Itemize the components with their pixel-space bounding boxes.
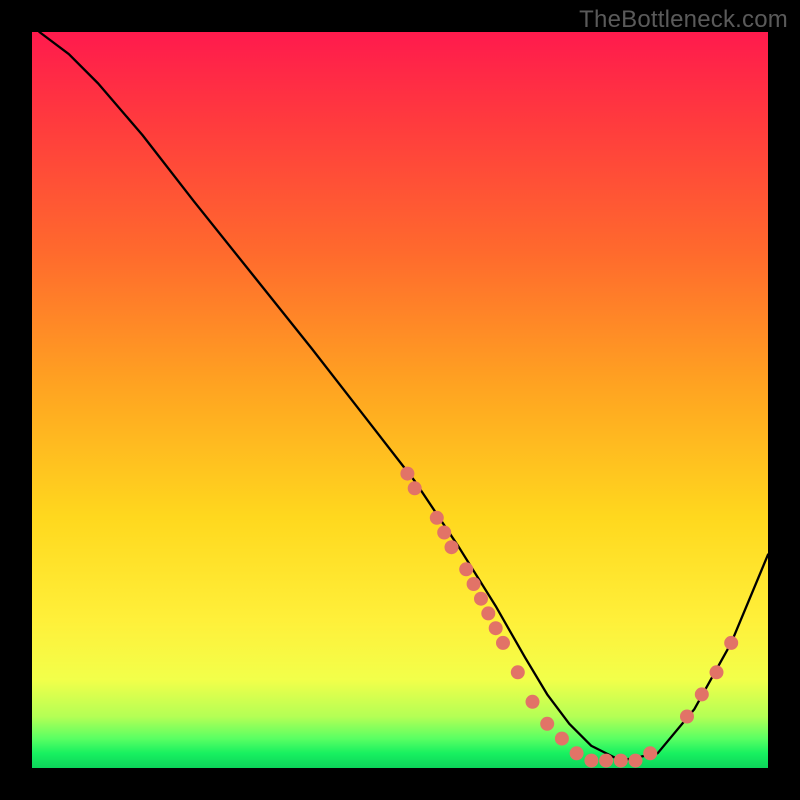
bottleneck-curve: [39, 32, 768, 761]
data-point: [467, 577, 481, 591]
watermark-text: TheBottleneck.com: [579, 6, 788, 34]
data-point: [511, 665, 525, 679]
data-point: [481, 606, 495, 620]
data-point: [474, 592, 488, 606]
data-point: [496, 636, 510, 650]
data-point: [445, 540, 459, 554]
data-point: [526, 695, 540, 709]
data-point: [430, 511, 444, 525]
data-point: [584, 754, 598, 768]
data-point: [570, 746, 584, 760]
data-point: [614, 754, 628, 768]
data-point: [599, 754, 613, 768]
data-point: [408, 481, 422, 495]
data-point: [643, 746, 657, 760]
data-point: [400, 467, 414, 481]
data-point: [695, 687, 709, 701]
chart-svg: [32, 32, 768, 768]
data-point: [437, 526, 451, 540]
data-point: [710, 665, 724, 679]
plot-area: [32, 32, 768, 768]
data-point: [555, 732, 569, 746]
data-point: [459, 562, 473, 576]
data-point: [489, 621, 503, 635]
data-point: [724, 636, 738, 650]
chart-stage: TheBottleneck.com: [0, 0, 800, 800]
data-point: [540, 717, 554, 731]
data-point: [629, 754, 643, 768]
data-point: [680, 710, 694, 724]
